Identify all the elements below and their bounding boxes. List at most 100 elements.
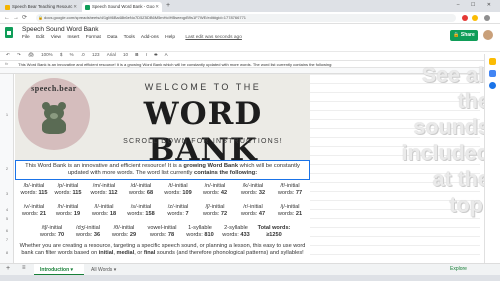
sound-cell[interactable]: /k/-initial words: 32	[236, 183, 270, 196]
sound-label: /b/-initial	[23, 183, 45, 189]
decimal-button[interactable]: .0	[81, 52, 85, 57]
sound-cell[interactable]: /b/-initial words: 115	[17, 183, 51, 196]
number-format-button[interactable]: 123	[92, 52, 100, 57]
sound-cell[interactable]: /l/-initial words: 18	[87, 204, 121, 217]
overlay-line: at the	[432, 167, 490, 191]
row-number[interactable]: 2	[0, 166, 14, 171]
words-label: words:	[202, 189, 220, 196]
avatar[interactable]	[483, 30, 493, 40]
zoom-select[interactable]: 100%	[41, 52, 53, 57]
explore-button[interactable]: Explore	[450, 266, 467, 272]
all-sheets-button[interactable]: ≡	[22, 265, 26, 271]
row-number[interactable]: 1	[0, 112, 14, 117]
sound-cell[interactable]: /h/-initial words: 19	[51, 204, 85, 217]
menu-help[interactable]: Help	[165, 35, 175, 40]
menu-tools[interactable]: Tools	[124, 35, 135, 40]
sound-cell[interactable]: /m/-initial words: 112	[87, 183, 121, 196]
star-icon[interactable]: ☆	[86, 26, 91, 33]
row-number[interactable]: 7	[0, 237, 14, 242]
tasks-icon[interactable]	[489, 70, 496, 77]
nav-buttons[interactable]: ←→⟳	[4, 14, 30, 21]
row-number[interactable]: 4	[0, 207, 14, 212]
add-sheet-button[interactable]: +	[6, 265, 10, 272]
overlay-line: sounds	[413, 115, 490, 139]
sound-cell[interactable]: /t/-initial words: 109	[161, 183, 195, 196]
text-color-button[interactable]: A	[165, 52, 168, 57]
row-number[interactable]: 5	[0, 216, 14, 221]
words-label: words:	[202, 210, 220, 217]
intro-text: This Word Bank is an innovative and effi…	[25, 163, 184, 169]
menu-view[interactable]: View	[51, 35, 61, 40]
fx-icon: fx	[5, 61, 9, 66]
new-tab-button[interactable]: +	[166, 2, 170, 10]
sound-count: 21	[295, 210, 303, 217]
close-icon[interactable]: ✕	[155, 2, 159, 12]
menu-data[interactable]: Data	[107, 35, 117, 40]
usage-text: , or	[134, 250, 144, 256]
url-input[interactable]: 🔒 docs.google.com/spreadsheets/d/1gM6Ba4…	[36, 14, 456, 22]
formula-input[interactable]: This Word Bank is an innovative and effi…	[18, 61, 332, 67]
sound-count: 112	[108, 189, 118, 196]
share-button[interactable]: 🔒 Share	[450, 30, 478, 41]
sheets-logo-icon[interactable]	[5, 27, 13, 38]
bold-button[interactable]: B	[135, 52, 138, 57]
browser-tab-word-bank[interactable]: Speech Sound Word Bank - Goo ✕	[82, 2, 162, 12]
strikethrough-button[interactable]: S	[154, 52, 157, 57]
welcome-banner[interactable]: speech.bear WELCOME TO THE WORD BANK SCR…	[15, 74, 310, 168]
sound-cell[interactable]: /s/-initial words: 158	[124, 204, 158, 217]
usage-text: sounds (and therefore phonological patte…	[155, 250, 304, 256]
usage-description[interactable]: Whether you are creating a resource, tar…	[15, 243, 310, 257]
sound-cell[interactable]: /dʒ/-initial words: 36	[71, 225, 105, 238]
extension-icon[interactable]	[472, 15, 478, 21]
keep-icon[interactable]	[489, 58, 496, 65]
extension-icon[interactable]	[462, 15, 468, 21]
currency-button[interactable]: $	[60, 52, 63, 57]
menu-addons[interactable]: Add-ons	[141, 35, 159, 40]
row-number[interactable]: 6	[0, 228, 14, 233]
sound-cell[interactable]: /v/-initial words: 21	[17, 204, 51, 217]
sound-cell[interactable]: /f/-initial words: 77	[273, 183, 307, 196]
sound-cell[interactable]: 2-syllable words: 433	[219, 225, 253, 238]
print-icon[interactable]: 🖨	[28, 52, 34, 57]
menu-edit[interactable]: Edit	[36, 35, 44, 40]
window-controls[interactable]: – ☐ ✕	[457, 2, 496, 8]
italic-button[interactable]: I	[146, 52, 147, 57]
sound-cell[interactable]: /j/-initial words: 21	[273, 204, 307, 217]
words-label: words:	[90, 189, 107, 196]
profile-icon[interactable]	[484, 15, 490, 21]
sound-cell[interactable]: 1-syllable words: 810	[183, 225, 217, 238]
sound-cell[interactable]: vowel-initial words: 78	[143, 225, 181, 238]
sound-cell[interactable]: /n/-initial words: 42	[198, 183, 232, 196]
sound-cell[interactable]: /z/-initial words: 7	[161, 204, 195, 217]
row-number[interactable]: 8	[0, 250, 14, 255]
sound-cell[interactable]: /d/-initial words: 68	[124, 183, 158, 196]
sound-cell[interactable]: /tʃ/-initial words: 70	[35, 225, 69, 238]
logo-text: speech.bear	[31, 84, 77, 93]
font-size-select[interactable]: 10	[123, 52, 128, 57]
row-number[interactable]: 3	[0, 191, 14, 196]
row-headers[interactable]: 1 2 3 4 5 6 7 8	[0, 74, 14, 263]
sound-count: 47	[258, 210, 266, 217]
sound-count: 77	[295, 189, 303, 196]
last-edit-link[interactable]: Last edit was seconds ago	[185, 35, 242, 40]
undo-icon[interactable]: ↶	[6, 52, 10, 57]
menu-file[interactable]: File	[22, 35, 30, 40]
sound-cell[interactable]: /θ/-initial words: 29	[107, 225, 141, 238]
browser-tab-speech-bear[interactable]: Speech Bear Teaching Resourc ✕	[2, 2, 80, 12]
menu-format[interactable]: Format	[86, 35, 101, 40]
sound-cell[interactable]: Total words: ≥1250	[257, 225, 291, 238]
calendar-icon[interactable]	[489, 82, 496, 89]
sound-cell[interactable]: /r/-initial words: 47	[236, 204, 270, 217]
sound-count: 115	[38, 189, 48, 196]
menu-insert[interactable]: Insert	[67, 35, 79, 40]
sound-label: /l/-initial	[94, 204, 114, 210]
sound-cell[interactable]: /p/-initial words: 115	[51, 183, 85, 196]
percent-button[interactable]: %	[70, 52, 74, 57]
sound-cell[interactable]: /ʃ/-initial words: 72	[198, 204, 232, 217]
redo-icon[interactable]: ↷	[17, 52, 21, 57]
font-select[interactable]: Arial	[107, 52, 116, 57]
close-icon[interactable]: ✕	[73, 2, 77, 12]
words-label: words:	[167, 210, 184, 217]
words-label: words:	[240, 189, 258, 196]
intro-cell[interactable]: This Word Bank is an innovative and effi…	[15, 160, 310, 180]
